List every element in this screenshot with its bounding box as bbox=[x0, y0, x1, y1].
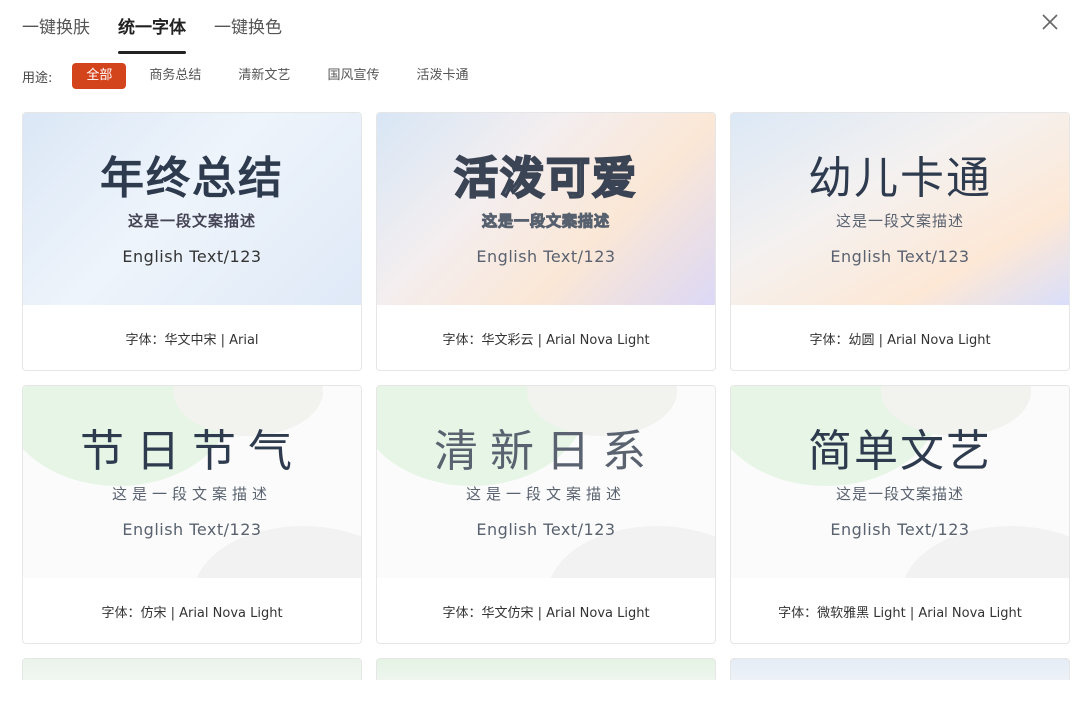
font-card-partial[interactable] bbox=[22, 658, 362, 680]
font-info: 字体：幼圆 | Arial Nova Light bbox=[809, 333, 991, 348]
preview-title: 节日节气 bbox=[80, 426, 304, 477]
font-card-preview: 幼儿卡通 这是一段文案描述 English Text/123 bbox=[731, 113, 1069, 305]
font-info: 字体：仿宋 | Arial Nova Light bbox=[101, 606, 283, 621]
preview-english: English Text/123 bbox=[476, 247, 616, 266]
preview-title: 幼儿卡通 bbox=[808, 153, 992, 204]
usage-filter-bar: 用途: 全部 商务总结 清新文艺 国风宣传 活泼卡通 bbox=[22, 62, 491, 90]
preview-title: 简单文艺 bbox=[808, 426, 992, 477]
font-card-kids-cartoon[interactable]: 幼儿卡通 这是一段文案描述 English Text/123 字体：幼圆 | A… bbox=[730, 112, 1070, 371]
font-card-preview: 简单文艺 这是一段文案描述 English Text/123 bbox=[731, 386, 1069, 578]
font-card-partial[interactable] bbox=[730, 658, 1070, 680]
font-card-simple-art[interactable]: 简单文艺 这是一段文案描述 English Text/123 字体：微软雅黑 L… bbox=[730, 385, 1070, 644]
font-template-grid: 年终总结 这是一段文案描述 English Text/123 字体：华文中宋 |… bbox=[22, 112, 1080, 680]
filter-chip-chinese-style[interactable]: 国风宣传 bbox=[313, 63, 393, 89]
font-card-festival[interactable]: 节日节气 这是一段文案描述 English Text/123 字体：仿宋 | A… bbox=[22, 385, 362, 644]
filter-chip-all[interactable]: 全部 bbox=[72, 63, 127, 89]
preview-title: 活泼可爱 bbox=[453, 152, 638, 205]
font-card-preview: 活泼可爱 这是一段文案描述 English Text/123 bbox=[377, 113, 715, 305]
font-info: 字体：微软雅黑 Light | Arial Nova Light bbox=[778, 606, 1022, 621]
preview-subtitle: 这是一段文案描述 bbox=[835, 485, 964, 503]
filter-chip-cartoon[interactable]: 活泼卡通 bbox=[402, 63, 482, 89]
font-card-preview: 年终总结 这是一段文案描述 English Text/123 bbox=[23, 113, 361, 305]
usage-filter-label: 用途: bbox=[22, 70, 53, 86]
preview-title: 年终总结 bbox=[100, 153, 284, 204]
preview-subtitle: 这是一段文案描述 bbox=[111, 485, 272, 503]
filter-chip-business[interactable]: 商务总结 bbox=[135, 63, 215, 89]
font-card-lively-cute[interactable]: 活泼可爱 这是一段文案描述 English Text/123 字体：华文彩云 |… bbox=[376, 112, 716, 371]
preview-english: English Text/123 bbox=[830, 520, 970, 539]
preview-subtitle: 这是一段文案描述 bbox=[481, 212, 610, 231]
font-card-partial[interactable] bbox=[376, 658, 716, 680]
close-icon[interactable] bbox=[1038, 10, 1062, 34]
tab-color[interactable]: 一键换色 bbox=[214, 14, 282, 48]
preview-english: English Text/123 bbox=[476, 520, 616, 539]
preview-title: 清新日系 bbox=[434, 426, 658, 477]
tab-skin[interactable]: 一键换肤 bbox=[22, 14, 90, 48]
font-info: 字体：华文彩云 | Arial Nova Light bbox=[442, 333, 650, 348]
font-card-year-end[interactable]: 年终总结 这是一段文案描述 English Text/123 字体：华文中宋 |… bbox=[22, 112, 362, 371]
preview-subtitle: 这是一段文案描述 bbox=[835, 212, 964, 230]
preview-english: English Text/123 bbox=[830, 247, 970, 266]
preview-english: English Text/123 bbox=[122, 520, 262, 539]
font-card-preview: 节日节气 这是一段文案描述 English Text/123 bbox=[23, 386, 361, 578]
preview-subtitle: 这是一段文案描述 bbox=[127, 212, 256, 230]
font-info: 字体：华文中宋 | Arial bbox=[125, 333, 259, 348]
font-card-preview: 清新日系 这是一段文案描述 English Text/123 bbox=[377, 386, 715, 578]
font-info: 字体：华文仿宋 | Arial Nova Light bbox=[442, 606, 650, 621]
filter-chip-fresh-art[interactable]: 清新文艺 bbox=[224, 63, 304, 89]
font-card-fresh-japanese[interactable]: 清新日系 这是一段文案描述 English Text/123 字体：华文仿宋 |… bbox=[376, 385, 716, 644]
top-tabs: 一键换肤 统一字体 一键换色 bbox=[22, 14, 282, 54]
preview-subtitle: 这是一段文案描述 bbox=[465, 485, 626, 503]
preview-english: English Text/123 bbox=[122, 247, 262, 266]
tab-unified-font[interactable]: 统一字体 bbox=[118, 14, 186, 54]
